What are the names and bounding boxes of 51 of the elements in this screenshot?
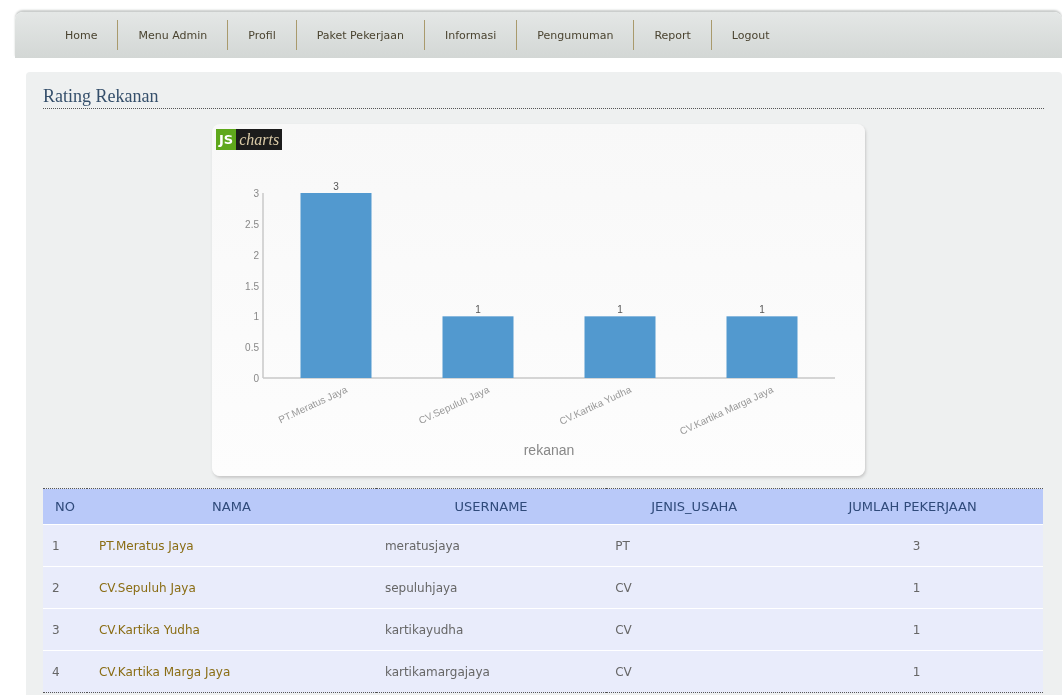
nav-link[interactable]: Informasi [424, 28, 517, 42]
nav-link[interactable]: Profil [228, 28, 296, 42]
table-cell: 2 [43, 566, 87, 609]
nav-link[interactable]: Menu Admin [118, 28, 228, 42]
y-tick-label: 0.5 [245, 342, 259, 354]
table-cell: 4 [43, 650, 87, 693]
nav-link[interactable]: Pengumuman [517, 28, 634, 42]
value-label: 1 [617, 304, 623, 316]
table-cell: 1 [782, 566, 1043, 609]
table-cell: 3 [43, 608, 87, 651]
page-title: Rating Rekanan [43, 86, 1044, 109]
table-cell: CV.Sepuluh Jaya [86, 566, 376, 609]
value-label: 1 [475, 304, 481, 316]
y-tick-label: 2 [253, 249, 259, 261]
y-tick-label: 3 [253, 188, 259, 199]
bar [726, 316, 798, 378]
table-cell: CV.Kartika Yudha [86, 608, 376, 651]
y-tick-label: 2.5 [245, 218, 259, 230]
table-cell: 1 [43, 524, 87, 567]
value-label: 3 [333, 181, 339, 192]
column-header: NAMA [86, 488, 376, 525]
column-header: JENIS_USAHA [606, 488, 783, 525]
column-header: USERNAME [375, 488, 607, 525]
value-label: 1 [759, 304, 765, 316]
table-cell: CV [606, 608, 783, 651]
bar [584, 316, 656, 378]
nav-link[interactable]: Logout [711, 28, 790, 42]
table-cell: meratusjaya [375, 524, 607, 567]
table-cell: CV.Kartika Marga Jaya [86, 650, 376, 693]
table-cell: PT [606, 524, 783, 567]
y-tick-label: 1.5 [245, 280, 259, 292]
table-cell: CV [606, 650, 783, 693]
table-cell: 1 [782, 608, 1043, 651]
y-tick-label: 0 [253, 373, 259, 384]
logo-text: JS [216, 129, 237, 150]
column-header: NO [43, 488, 87, 525]
nav-link[interactable]: Report [634, 28, 711, 42]
table-cell: CV [606, 566, 783, 609]
table-cell: kartikamargajaya [375, 650, 607, 693]
x-axis-title: rekanan [523, 442, 575, 458]
table-cell: 3 [782, 524, 1043, 567]
nav-link[interactable]: Paket Pekerjaan [296, 28, 424, 42]
table-cell: 1 [782, 650, 1043, 693]
logo-text: charts [238, 130, 281, 149]
nav-link[interactable]: Home [49, 28, 118, 42]
y-tick-label: 1 [253, 311, 259, 323]
table-cell: sepuluhjaya [375, 566, 607, 609]
table-cell: kartikayudha [375, 608, 607, 651]
table-cell: PT.Meratus Jaya [86, 524, 376, 567]
column-header: JUMLAH PEKERJAAN [782, 488, 1043, 525]
bar [442, 316, 514, 378]
